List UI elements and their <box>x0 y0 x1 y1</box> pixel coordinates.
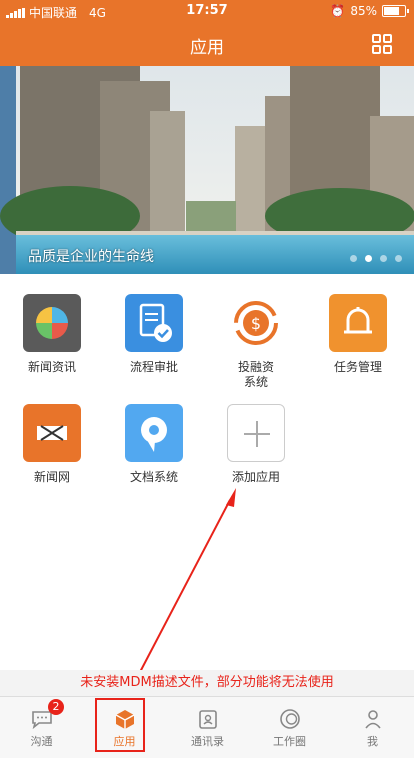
app-label: 新闻网 <box>33 470 70 484</box>
document-system-icon <box>125 404 183 462</box>
tab-bar: 2 沟通 应用 通讯录 工作圈 我 <box>0 696 414 758</box>
annotation-highlight-box <box>95 698 145 752</box>
app-label: 流程审批 <box>129 360 178 374</box>
profile-icon <box>361 707 385 731</box>
add-app-icon <box>227 404 285 462</box>
carousel-dots[interactable] <box>350 255 402 262</box>
news-net-icon <box>23 404 81 462</box>
app-document-system[interactable]: 文档系统 <box>104 404 204 485</box>
mdm-warning: 未安装MDM描述文件，部分功能将无法使用 <box>0 670 414 696</box>
news-info-icon <box>23 294 81 352</box>
tab-label: 我 <box>367 735 378 748</box>
app-label: 任务管理 <box>333 360 382 374</box>
carousel-dot[interactable] <box>365 255 372 262</box>
carousel-dot[interactable] <box>350 255 357 262</box>
battery-icon <box>382 5 409 17</box>
tab-work-circle[interactable]: 工作圈 <box>248 697 331 758</box>
work-circle-icon <box>278 707 302 731</box>
page-title: 应用 <box>190 38 224 58</box>
app-label: 添加应用 <box>231 470 280 484</box>
app-label: 文档系统 <box>129 470 178 484</box>
tab-label: 通讯录 <box>191 735 224 748</box>
investment-icon: $ <box>227 294 285 352</box>
app-add[interactable]: 添加应用 <box>206 404 306 485</box>
tab-chat[interactable]: 2 沟通 <box>0 697 83 758</box>
app-news-info[interactable]: 新闻资讯 <box>2 294 102 375</box>
banner-image <box>0 66 414 274</box>
unread-badge: 2 <box>48 699 64 715</box>
app-approval-flow[interactable]: 流程审批 <box>104 294 204 375</box>
svg-text:$: $ <box>251 314 261 333</box>
app-header: 应用 <box>0 22 414 66</box>
task-bell-icon <box>329 294 387 352</box>
status-bar: 中国联通 4G 17:57 ⏰ 85% <box>0 0 414 22</box>
carousel-dot[interactable] <box>395 255 402 262</box>
tab-label: 沟通 <box>30 735 53 748</box>
app-task-manage[interactable]: 任务管理 <box>308 294 408 375</box>
approval-flow-icon <box>125 294 183 352</box>
app-label: 投融资 系统 <box>237 360 274 389</box>
app-label: 新闻资讯 <box>27 360 76 374</box>
app-news-net[interactable]: 新闻网 <box>2 404 102 485</box>
tab-contacts[interactable]: 通讯录 <box>166 697 249 758</box>
tab-me[interactable]: 我 <box>331 697 414 758</box>
carousel-dot[interactable] <box>380 255 387 262</box>
banner-caption: 品质是企业的生命线 <box>28 249 154 265</box>
alarm-icon: ⏰ <box>330 4 346 18</box>
status-right: ⏰ 85% <box>330 4 409 18</box>
contacts-icon <box>196 707 220 731</box>
banner-carousel[interactable]: 品质是企业的生命线 <box>0 66 414 274</box>
tab-label: 工作圈 <box>273 735 306 748</box>
grid-menu-icon[interactable] <box>372 34 392 54</box>
app-investment[interactable]: $ 投融资 系统 <box>206 294 306 390</box>
battery-percent: 85% <box>350 4 377 18</box>
